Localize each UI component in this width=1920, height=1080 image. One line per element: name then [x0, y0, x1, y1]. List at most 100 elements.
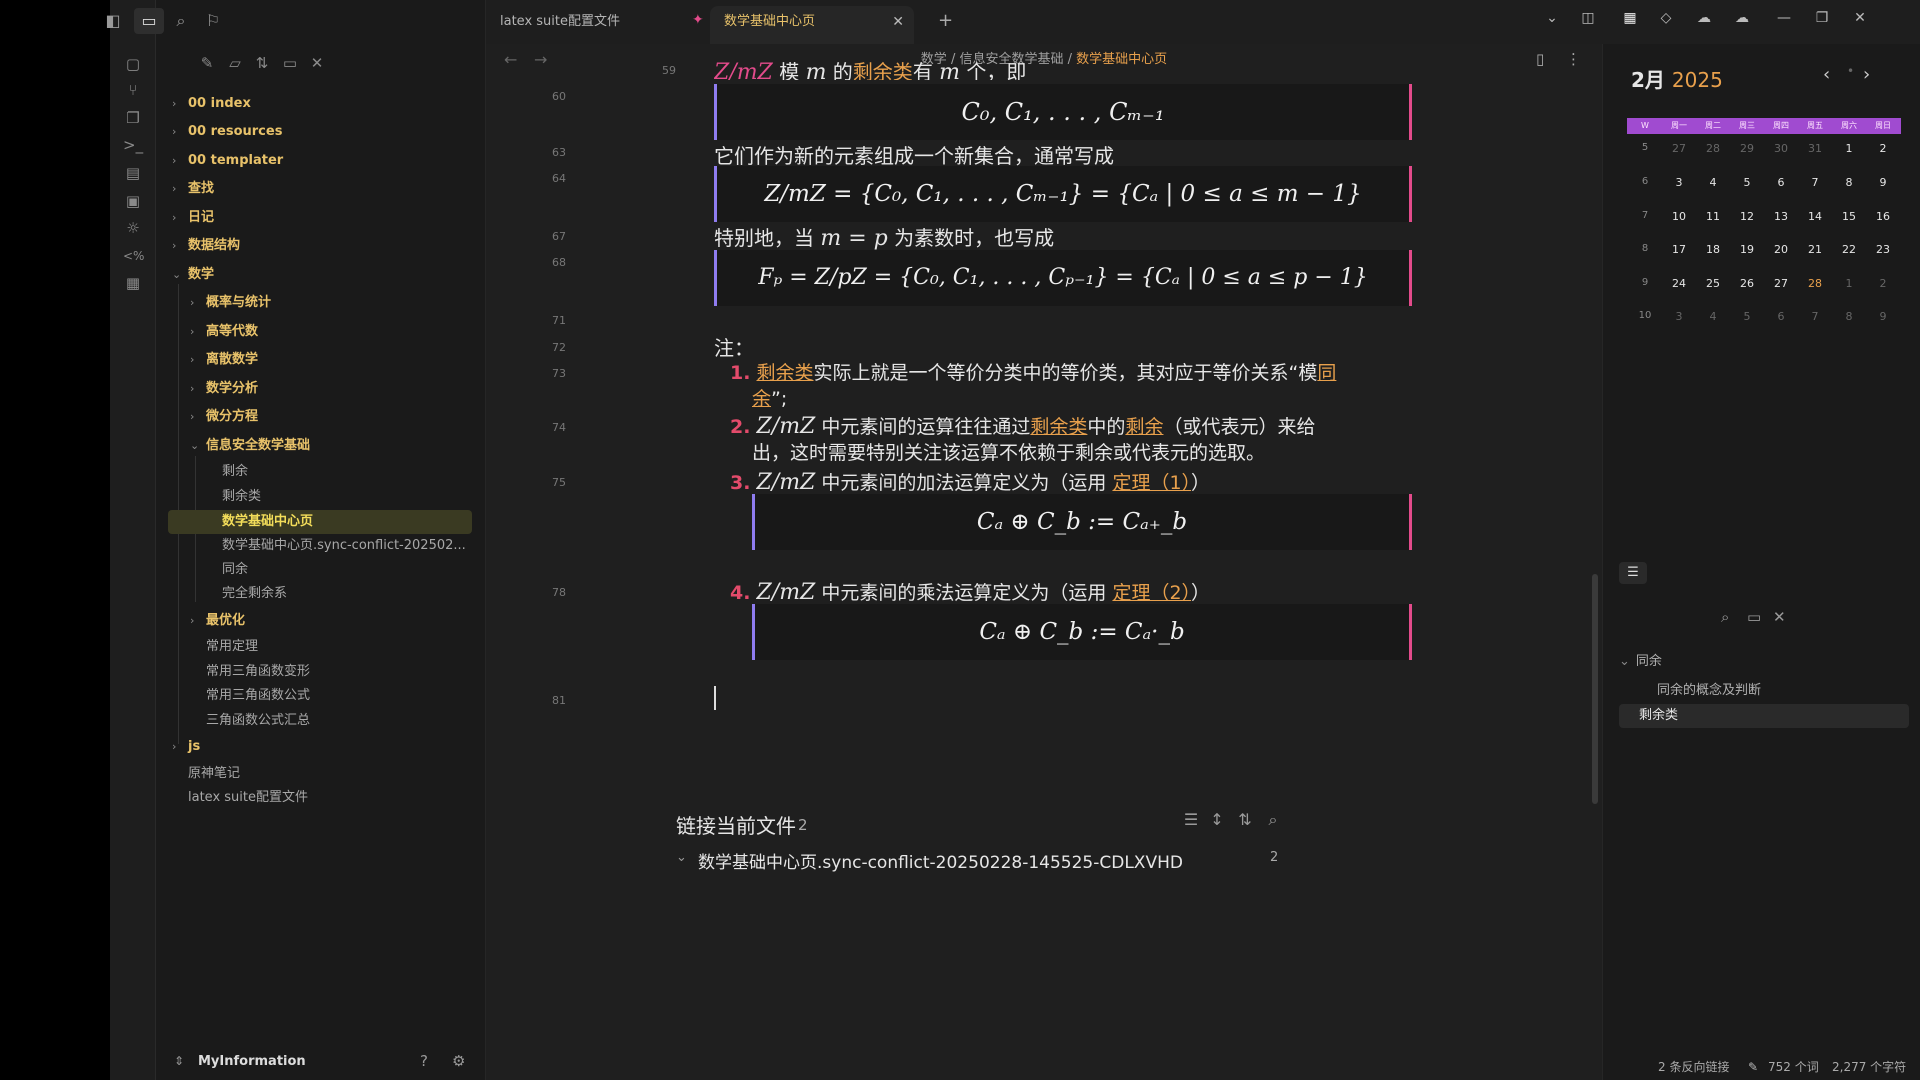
- calendar-day[interactable]: 12: [1729, 210, 1765, 223]
- tree-file[interactable]: 剩余: [222, 460, 248, 484]
- pin-icon[interactable]: ✦: [692, 12, 704, 28]
- calendar-day[interactable]: 25: [1695, 277, 1731, 290]
- tree-folder[interactable]: › js: [172, 735, 200, 759]
- sort-icon[interactable]: ⇅: [249, 52, 275, 74]
- edit-icon[interactable]: ✎: [1748, 1054, 1758, 1080]
- new-tab-icon[interactable]: +: [938, 10, 953, 31]
- calendar-day[interactable]: 27: [1763, 277, 1799, 290]
- scrollbar[interactable]: [1592, 574, 1598, 804]
- tree-file[interactable]: 完全剩余系: [222, 582, 287, 606]
- list-item[interactable]: 3. Z/mZ 中元素间的加法运算定义为（运用 定理（1））: [730, 468, 1210, 495]
- list-item[interactable]: 2. Z/mZ 中元素间的运算往往通过剩余类中的剩余（或代表元）来给 出，这时需…: [730, 414, 1315, 466]
- list-icon[interactable]: ☰: [1180, 810, 1202, 829]
- tree-file[interactable]: latex suite配置文件: [188, 786, 308, 810]
- tree-folder[interactable]: › 高等代数: [190, 320, 258, 344]
- calendar-day[interactable]: 29: [1729, 142, 1765, 155]
- table-icon[interactable]: ▦: [123, 273, 143, 293]
- calendar-day[interactable]: 1: [1831, 142, 1867, 155]
- calendar-day[interactable]: 10: [1661, 210, 1697, 223]
- tree-folder[interactable]: › 00 resources: [172, 120, 282, 144]
- calendar-day[interactable]: 28: [1797, 277, 1833, 290]
- new-folder-icon[interactable]: ▱: [222, 52, 248, 74]
- list-item[interactable]: 4. Z/mZ 中元素间的乘法运算定义为（运用 定理（2））: [730, 578, 1210, 605]
- tree-folder[interactable]: › 最优化: [190, 609, 245, 633]
- calendar-day[interactable]: 28: [1695, 142, 1731, 155]
- calendar-day[interactable]: 22: [1831, 243, 1867, 256]
- collapse-icon[interactable]: ▭: [1747, 608, 1761, 626]
- math-block[interactable]: Z/mZ = {C₀, C₁, . . . , Cₘ₋₁} = {Cₐ | 0 …: [714, 166, 1412, 222]
- tree-folder[interactable]: › 00 templater: [172, 149, 283, 173]
- calendar-day[interactable]: 3: [1661, 310, 1697, 323]
- internal-link[interactable]: 剩余: [1125, 416, 1163, 438]
- tree-folder[interactable]: › 数学分析: [190, 377, 258, 401]
- calendar-day[interactable]: 1: [1831, 277, 1867, 290]
- tree-file[interactable]: 常用三角函数变形: [206, 660, 310, 684]
- window-close-icon[interactable]: ✕: [1846, 10, 1874, 26]
- split-view-icon[interactable]: ◫: [1574, 10, 1602, 26]
- calendar-day[interactable]: 26: [1729, 277, 1765, 290]
- outline-item[interactable]: 同余的概念及判断: [1657, 679, 1761, 698]
- more-options-icon[interactable]: ⋮: [1566, 50, 1581, 68]
- layout-icon[interactable]: ▤: [123, 163, 143, 183]
- calendar-day[interactable]: 8: [1831, 310, 1867, 323]
- tree-folder[interactable]: › 00 index: [172, 92, 251, 116]
- tag-icon[interactable]: ◇: [1652, 10, 1680, 26]
- calendar-day[interactable]: 4: [1695, 310, 1731, 323]
- calendar-day[interactable]: 15: [1831, 210, 1867, 223]
- expand-icon[interactable]: ↕: [1206, 810, 1228, 829]
- bulb-icon[interactable]: ☼: [123, 218, 143, 238]
- tree-folder[interactable]: › 数据结构: [172, 234, 240, 258]
- vault-switcher[interactable]: ⇕ MyInformation ? ⚙: [156, 1046, 486, 1080]
- search-icon[interactable]: ⌕: [1262, 810, 1284, 830]
- tree-file[interactable]: 同余: [222, 558, 248, 582]
- calendar-day[interactable]: 23: [1865, 243, 1901, 256]
- backlink-item[interactable]: ⌄ 数学基础中心页.sync-conflict-20250228-145525-…: [676, 848, 1416, 874]
- image-icon[interactable]: ▣: [123, 191, 143, 211]
- next-month-icon[interactable]: ›: [1863, 64, 1870, 85]
- folder-icon[interactable]: ▭: [134, 8, 164, 34]
- calendar-day[interactable]: 14: [1797, 210, 1833, 223]
- math-block[interactable]: Fₚ = Z/pZ = {C₀, C₁, . . . , Cₚ₋₁} = {Cₐ…: [714, 250, 1412, 306]
- calendar-day[interactable]: 7: [1797, 176, 1833, 189]
- outline-item-active[interactable]: 剩余类: [1619, 704, 1909, 728]
- tree-folder[interactable]: › 概率与统计: [190, 291, 271, 315]
- math-block[interactable]: Cₐ ⊕ C_b := Cₐ₊_b: [752, 494, 1412, 550]
- sort-icon[interactable]: ⇅: [1234, 810, 1256, 829]
- outline-item[interactable]: ⌄ 同余: [1619, 650, 1662, 669]
- text-line[interactable]: 特别地，当 m = p 为素数时，也写成: [714, 222, 1054, 251]
- calendar-day[interactable]: 4: [1695, 176, 1731, 189]
- tab-latex-suite[interactable]: latex suite配置文件: [486, 6, 682, 44]
- calendar-day[interactable]: 18: [1695, 243, 1731, 256]
- text-line[interactable]: Z/mZ 模 m 的剩余类有 m 个，即: [714, 56, 1026, 80]
- calendar-day[interactable]: 8: [1831, 176, 1867, 189]
- calendar-day[interactable]: 6: [1763, 176, 1799, 189]
- calendar-day[interactable]: 5: [1729, 176, 1765, 189]
- calendar-day[interactable]: 11: [1695, 210, 1731, 223]
- calendar-day[interactable]: 7: [1797, 310, 1833, 323]
- sync-icon[interactable]: ☁: [1690, 10, 1718, 26]
- graph-icon[interactable]: ⑂: [123, 80, 143, 100]
- bookmark-icon[interactable]: ⚐: [198, 8, 228, 34]
- today-dot-icon[interactable]: •: [1847, 64, 1854, 78]
- help-icon[interactable]: ?: [420, 1052, 428, 1070]
- math-block[interactable]: Cₐ ⊕ C_b := Cₐ·_b: [752, 604, 1412, 660]
- calendar-day[interactable]: 16: [1865, 210, 1901, 223]
- chevron-down-icon[interactable]: ⌄: [1538, 10, 1566, 26]
- calendar-day[interactable]: 13: [1763, 210, 1799, 223]
- search-icon[interactable]: ⌕: [1721, 608, 1729, 626]
- internal-link[interactable]: 余: [752, 388, 771, 410]
- calendar-day[interactable]: 20: [1763, 243, 1799, 256]
- math-block[interactable]: C₀, C₁, . . . , Cₘ₋₁: [714, 84, 1412, 140]
- tree-folder[interactable]: › 微分方程: [190, 405, 258, 429]
- tree-file[interactable]: 原神笔记: [188, 762, 240, 786]
- outline-toggle-icon[interactable]: ☰: [1619, 562, 1647, 584]
- collapse-all-icon[interactable]: ▭: [277, 52, 303, 74]
- calendar-day[interactable]: 9: [1865, 310, 1901, 323]
- calendar-day[interactable]: 5: [1729, 310, 1765, 323]
- tree-folder[interactable]: › 日记: [172, 206, 214, 230]
- calendar-day[interactable]: 27: [1661, 142, 1697, 155]
- calendar-day[interactable]: 2: [1865, 142, 1901, 155]
- terminal-icon[interactable]: >_: [123, 135, 143, 155]
- internal-link[interactable]: 剩余类: [853, 60, 913, 80]
- new-note-icon[interactable]: ✎: [194, 52, 220, 74]
